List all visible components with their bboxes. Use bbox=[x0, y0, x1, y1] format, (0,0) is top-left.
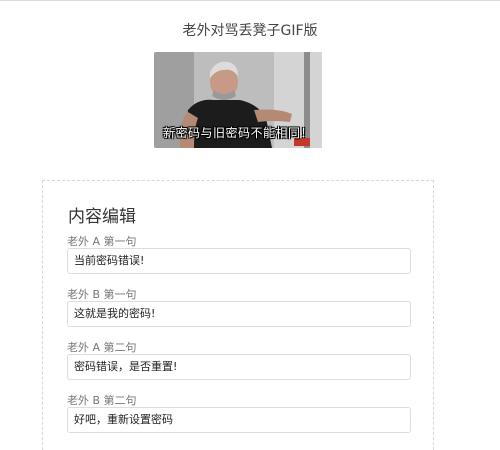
editor-heading: 内容编辑 bbox=[68, 207, 136, 227]
page-title: 老外对骂丢凳子GIF版 bbox=[182, 23, 318, 39]
input-a-line1[interactable]: 当前密码错误! bbox=[67, 248, 411, 274]
top-divider bbox=[0, 0, 500, 1]
field-label-a1: 老外 A 第一句 bbox=[67, 235, 137, 248]
input-b-line1[interactable]: 这就是我的密码! bbox=[67, 301, 411, 327]
field-label-b1: 老外 B 第一句 bbox=[67, 288, 137, 301]
content-editor-panel: 内容编辑 老外 A 第一句 当前密码错误! 老外 B 第一句 这就是我的密码! … bbox=[42, 180, 434, 450]
gif-preview-image: 新密码与旧密码不能相同！ bbox=[154, 52, 322, 148]
input-b-line2[interactable]: 好吧，重新设置密码 bbox=[67, 407, 411, 433]
input-a-line2[interactable]: 密码错误，是否重置! bbox=[67, 354, 411, 380]
gif-caption-text: 新密码与旧密码不能相同！ bbox=[162, 126, 313, 140]
field-label-b2: 老外 B 第二句 bbox=[67, 394, 137, 407]
field-label-a2: 老外 A 第二句 bbox=[67, 341, 137, 354]
